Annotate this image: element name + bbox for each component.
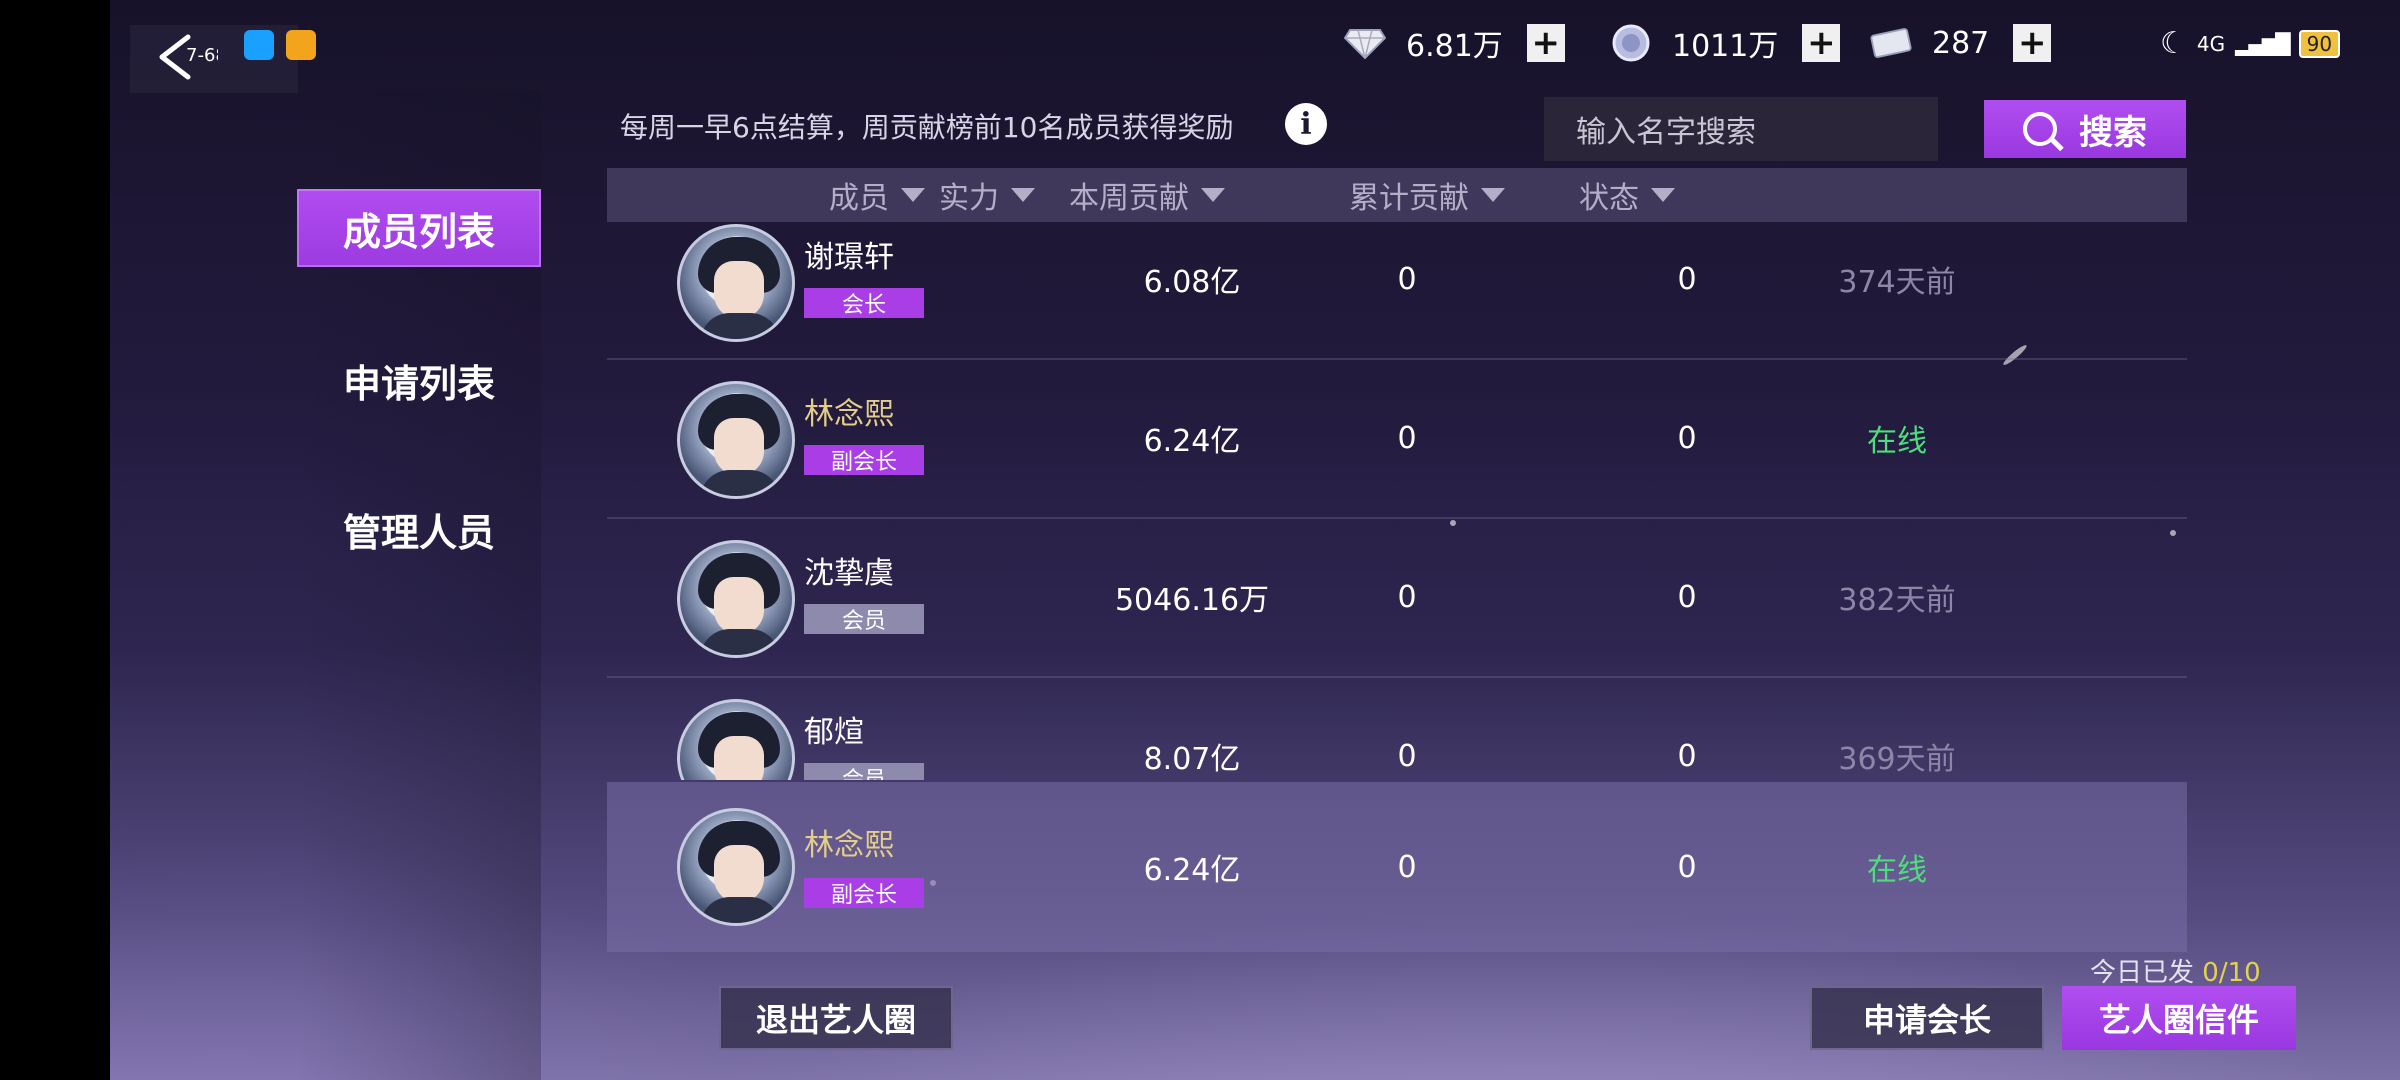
tab-managers[interactable]: 管理人员 [297, 490, 541, 568]
moon-icon: ☾ [2160, 26, 2187, 61]
role-badge: 会员 [804, 604, 924, 634]
member-name: 郁煊 [804, 715, 864, 750]
status-text: 382天前 [1838, 583, 1956, 618]
info-icon[interactable]: i [1285, 103, 1327, 145]
weekly-contribution: 0 [1397, 738, 1417, 774]
status-text: 374天前 [1838, 265, 1956, 300]
weekly-contribution: 0 [1397, 849, 1417, 885]
signal-icon: ▂▄▆█ [2235, 31, 2291, 56]
coin-icon [1610, 22, 1652, 64]
member-name: 林念熙 [804, 397, 894, 432]
add-coin-button[interactable]: + [1802, 24, 1841, 62]
sort-arrow-icon [1201, 188, 1225, 202]
ticket-counter: 287 + [1870, 18, 2052, 68]
add-ticket-button[interactable]: + [2013, 24, 2052, 62]
member-name: 沈挚虞 [804, 556, 894, 591]
member-name: 谢璟轩 [804, 240, 894, 275]
network-label: 4G [2196, 31, 2226, 56]
back-arrow-icon: 7-68 [159, 34, 218, 80]
tab-member-list[interactable]: 成员列表 [297, 189, 541, 267]
table-row[interactable]: 林念熙 副会长 6.24亿 0 0 在线 [607, 359, 2187, 519]
col-status-header[interactable]: 状态 [1527, 168, 1727, 222]
avatar[interactable] [677, 381, 795, 499]
circle-mail-button[interactable]: 艺人圈信件 [2062, 986, 2296, 1050]
total-contribution: 0 [1677, 738, 1697, 774]
system-status: ☾ 4G ▂▄▆█ 90 [2160, 26, 2341, 61]
daily-mail-count: 今日已发 0/10 [2090, 958, 2261, 988]
camera-app-icon [286, 30, 316, 60]
member-list[interactable]: 谢璟轩 会长 6.08亿 0 0 374天前 林念熙 副会长 6.24亿 0 0… [607, 222, 2187, 780]
col-weekly-header[interactable]: 本周贡献 [1027, 168, 1267, 222]
status-text: 在线 [1867, 853, 1927, 888]
game-screen: 7-68 6.81万 + 1011万 + 287 + ☾ 4G ▂▄▆█ 90 … [110, 0, 2400, 1080]
ticket-value: 287 [1932, 25, 1990, 61]
diamond-counter: 6.81万 + [1344, 18, 1565, 68]
weekly-contribution: 0 [1397, 261, 1417, 297]
col-total-header[interactable]: 累计贡献 [1307, 168, 1547, 222]
total-contribution: 0 [1677, 261, 1697, 297]
member-name: 林念熙 [804, 828, 894, 863]
quit-circle-button[interactable]: 退出艺人圈 [719, 986, 953, 1050]
total-contribution: 0 [1677, 849, 1697, 885]
chat-app-icon [244, 30, 274, 60]
total-contribution: 0 [1677, 420, 1697, 456]
weekly-contribution: 0 [1397, 420, 1417, 456]
diamond-value: 6.81万 [1406, 29, 1503, 64]
search-input[interactable]: 输入名字搜索 [1544, 97, 1938, 161]
power-value: 8.07亿 [1143, 742, 1241, 777]
search-icon [2023, 112, 2057, 146]
status-text: 369天前 [1838, 742, 1956, 777]
search-button[interactable]: 搜索 [1984, 100, 2186, 158]
table-row[interactable]: 沈挚虞 会员 5046.16万 0 0 382天前 [607, 518, 2187, 678]
apply-leader-button[interactable]: 申请会长 [1810, 986, 2044, 1050]
avatar[interactable] [677, 699, 795, 780]
svg-text:7-68: 7-68 [186, 45, 218, 66]
self-row[interactable]: 林念熙 副会长 6.24亿 0 0 在线 [607, 782, 2187, 952]
diamond-icon [1344, 22, 1386, 64]
power-value: 6.24亿 [1143, 853, 1241, 888]
tab-application-list[interactable]: 申请列表 [297, 341, 541, 419]
total-contribution: 0 [1677, 579, 1697, 615]
power-value: 6.08亿 [1143, 265, 1241, 300]
sort-arrow-icon [1481, 188, 1505, 202]
power-value: 5046.16万 [1114, 583, 1270, 618]
role-badge: 会员 [804, 763, 924, 780]
ticket-icon [1870, 22, 1912, 64]
coin-counter: 1011万 + [1610, 18, 1841, 68]
avatar[interactable] [677, 540, 795, 658]
add-diamond-button[interactable]: + [1526, 24, 1565, 62]
sort-arrow-icon [1651, 188, 1675, 202]
weekly-contribution: 0 [1397, 579, 1417, 615]
table-header: 成员 实力 本周贡献 累计贡献 状态 [607, 168, 2187, 222]
table-row[interactable]: 谢璟轩 会长 6.08亿 0 0 374天前 [607, 222, 2187, 360]
settlement-notice: 每周一早6点结算，周贡献榜前10名成员获得奖励 [620, 111, 1234, 144]
role-badge: 副会长 [804, 445, 924, 475]
coin-value: 1011万 [1672, 29, 1779, 64]
power-value: 6.24亿 [1143, 424, 1241, 459]
avatar[interactable] [677, 224, 795, 342]
search-button-label: 搜索 [2079, 112, 2147, 153]
role-badge: 会长 [804, 288, 924, 318]
table-row[interactable]: 郁煊 会员 8.07亿 0 0 369天前 [607, 677, 2187, 780]
status-text: 在线 [1867, 424, 1927, 459]
avatar[interactable] [677, 808, 795, 926]
battery-indicator: 90 [2298, 29, 2341, 58]
role-badge: 副会长 [804, 878, 924, 908]
